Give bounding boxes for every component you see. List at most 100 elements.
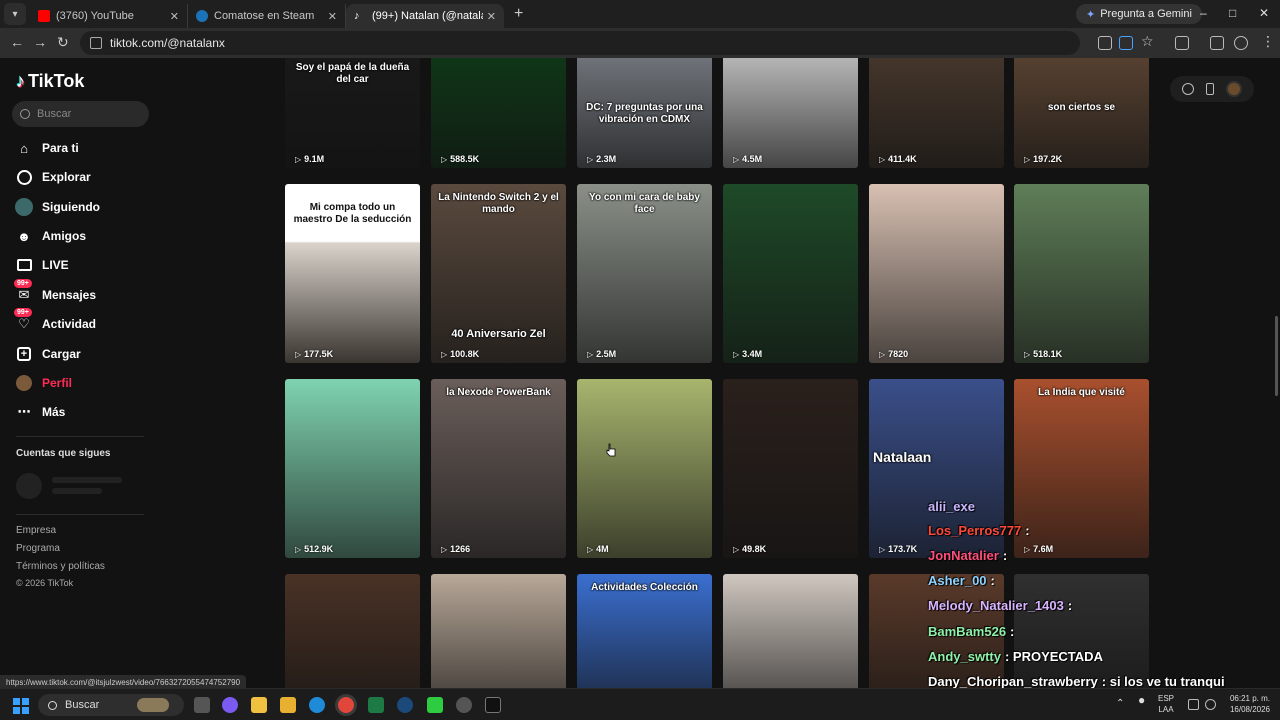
- video-thumbnail[interactable]: 3.4M: [723, 184, 858, 363]
- sidebar-item-siguiendo[interactable]: Siguiendo: [14, 195, 100, 219]
- search-input[interactable]: Buscar: [12, 101, 149, 127]
- gemini-button[interactable]: ✦ Pregunta a Gemini: [1076, 4, 1202, 24]
- language-indicator[interactable]: ESP LAA: [1158, 693, 1174, 715]
- extensions-icon[interactable]: [1175, 36, 1189, 50]
- task-view-icon[interactable]: [194, 697, 210, 713]
- video-thumbnail[interactable]: [723, 574, 858, 688]
- file-explorer-icon[interactable]: [280, 697, 296, 713]
- clock[interactable]: 06:21 p. m. 16/08/2026: [1224, 693, 1276, 715]
- following-avatar-icon: [14, 197, 34, 217]
- capcut-icon[interactable]: [485, 697, 501, 713]
- browser-toolbar: ← → ↻ tiktok.com/@natalanx ☆ ⋮: [0, 28, 1280, 58]
- steam-taskbar-icon[interactable]: [397, 697, 413, 713]
- sidebar-item-mensajes[interactable]: ✉ 99+ Mensajes: [14, 279, 96, 307]
- video-thumbnail[interactable]: La India que visité 7.6M: [1014, 379, 1149, 558]
- window-close-icon[interactable]: ✕: [1259, 6, 1269, 20]
- video-thumbnail[interactable]: La Nintendo Switch 2 y el mando 40 Aniver…: [431, 184, 566, 363]
- maximize-icon[interactable]: □: [1229, 6, 1236, 20]
- tab-steam[interactable]: Comatose en Steam ✕: [188, 4, 346, 28]
- sidebar-item-actividad[interactable]: ♡ 99+ Actividad: [14, 308, 96, 336]
- back-icon[interactable]: ←: [10, 34, 24, 50]
- browser-menu-icon[interactable]: ⋮: [1261, 33, 1275, 50]
- tiktok-page: ♪ TikTok Buscar ⌂ Para ti Explorar Sigui…: [0, 58, 1280, 688]
- cast-icon[interactable]: [1119, 36, 1133, 50]
- video-thumbnail[interactable]: [285, 574, 420, 688]
- video-thumbnail[interactable]: 7820: [869, 184, 1004, 363]
- video-thumbnail[interactable]: Yo con mi cara de baby face 2.5M: [577, 184, 712, 363]
- profile-icon[interactable]: [1234, 36, 1248, 50]
- reload-icon[interactable]: ↻: [57, 34, 69, 51]
- video-thumbnail[interactable]: [431, 574, 566, 688]
- video-thumbnail[interactable]: 512.9K: [285, 379, 420, 558]
- chat-message: Melody_Natalier_1403:: [928, 598, 1072, 613]
- video-thumbnail[interactable]: 411.4K: [869, 58, 1004, 168]
- chat-message: Andy_swtty: PROYECTADA: [928, 649, 1103, 664]
- sidebar-item-para-ti[interactable]: ⌂ Para ti: [14, 136, 79, 160]
- reading-list-icon[interactable]: [1210, 36, 1224, 50]
- bookmark-star-icon[interactable]: ☆: [1141, 33, 1154, 50]
- site-info-icon[interactable]: [90, 37, 102, 49]
- windows-start-icon[interactable]: [13, 698, 29, 714]
- loading-line: [52, 488, 102, 494]
- view-count: 2.3M: [587, 154, 616, 164]
- sidebar-item-cargar[interactable]: + Cargar: [14, 342, 81, 366]
- view-count: 7820: [879, 349, 908, 359]
- close-icon[interactable]: ✕: [170, 10, 179, 23]
- tiktok-logo[interactable]: ♪ TikTok: [16, 71, 84, 92]
- home-icon: ⌂: [20, 140, 28, 156]
- user-avatar[interactable]: [1226, 81, 1242, 97]
- close-icon[interactable]: ✕: [328, 10, 337, 23]
- chrome-icon[interactable]: [338, 697, 354, 713]
- game-app-icon[interactable]: [427, 697, 443, 713]
- obs-icon[interactable]: [456, 697, 472, 713]
- video-thumbnail[interactable]: 4.5M: [723, 58, 858, 168]
- video-thumbnail[interactable]: DC: 7 preguntas por una vibración en CDM…: [577, 58, 712, 168]
- excel-icon[interactable]: [368, 697, 384, 713]
- edge-icon[interactable]: [309, 697, 325, 713]
- footer-link-programa[interactable]: Programa: [16, 543, 60, 554]
- video-thumbnail[interactable]: 4M: [577, 379, 712, 558]
- footer-link-empresa[interactable]: Empresa: [16, 525, 56, 536]
- sidebar-item-live[interactable]: LIVE: [14, 253, 69, 277]
- copilot-icon[interactable]: [222, 697, 238, 713]
- taskbar-search[interactable]: Buscar: [38, 694, 184, 716]
- tray-overflow-icon[interactable]: ⌃: [1116, 698, 1124, 709]
- video-thumbnail[interactable]: [1014, 574, 1149, 688]
- minimize-icon[interactable]: –: [1200, 6, 1207, 20]
- sidebar-item-explorar[interactable]: Explorar: [14, 165, 91, 189]
- forward-icon[interactable]: →: [33, 34, 47, 50]
- footer-link-terminos[interactable]: Términos y políticas: [16, 561, 105, 572]
- video-thumbnail[interactable]: 49.8K: [723, 379, 858, 558]
- new-tab-icon[interactable]: +: [514, 5, 523, 23]
- sidebar-item-perfil[interactable]: Perfil: [14, 371, 72, 395]
- video-thumbnail[interactable]: Actividades Colección: [577, 574, 712, 688]
- video-thumbnail[interactable]: 518.1K: [1014, 184, 1149, 363]
- volume-icon[interactable]: [1205, 699, 1216, 710]
- sidebar-item-label: Siguiendo: [42, 200, 100, 214]
- video-caption: Natalaan: [873, 449, 932, 465]
- video-thumbnail[interactable]: 588.5K: [431, 58, 566, 168]
- address-bar[interactable]: tiktok.com/@natalanx: [80, 31, 1080, 55]
- sidebar-item-label: Explorar: [42, 170, 91, 184]
- live-icon: [14, 255, 34, 275]
- sidebar-item-amigos[interactable]: ☻ Amigos: [14, 224, 86, 248]
- store-icon[interactable]: [251, 697, 267, 713]
- taskbar-search-label: Buscar: [65, 699, 100, 711]
- close-icon[interactable]: ✕: [487, 10, 496, 23]
- tab-search-button[interactable]: ▾: [4, 3, 26, 25]
- video-thumbnail[interactable]: son ciertos se 197.2K: [1014, 58, 1149, 168]
- sidebar-item-mas[interactable]: ⋯ Más: [14, 400, 66, 424]
- tab-youtube[interactable]: (3760) YouTube ✕: [30, 4, 188, 28]
- video-thumbnail[interactable]: la Nexode PowerBank 1266: [431, 379, 566, 558]
- page-scrollbar[interactable]: [1275, 316, 1278, 396]
- search-icon: [20, 109, 30, 119]
- tab-tiktok[interactable]: ♪ (99+) Natalan (@natalanx) | ✕: [346, 4, 504, 28]
- video-thumbnail[interactable]: Mi compa todo un maestro De la seducción…: [285, 184, 420, 363]
- microphone-icon[interactable]: ●: [1138, 694, 1145, 706]
- translate-icon[interactable]: [1098, 36, 1112, 50]
- video-thumbnail[interactable]: Soy el papá de la dueña del car 9.1M: [285, 58, 420, 168]
- network-icon[interactable]: [1188, 699, 1199, 710]
- phone-tool-icon[interactable]: [1206, 83, 1214, 95]
- compass-tool-icon[interactable]: [1182, 83, 1194, 95]
- chat-username: JonNatalier: [928, 548, 999, 563]
